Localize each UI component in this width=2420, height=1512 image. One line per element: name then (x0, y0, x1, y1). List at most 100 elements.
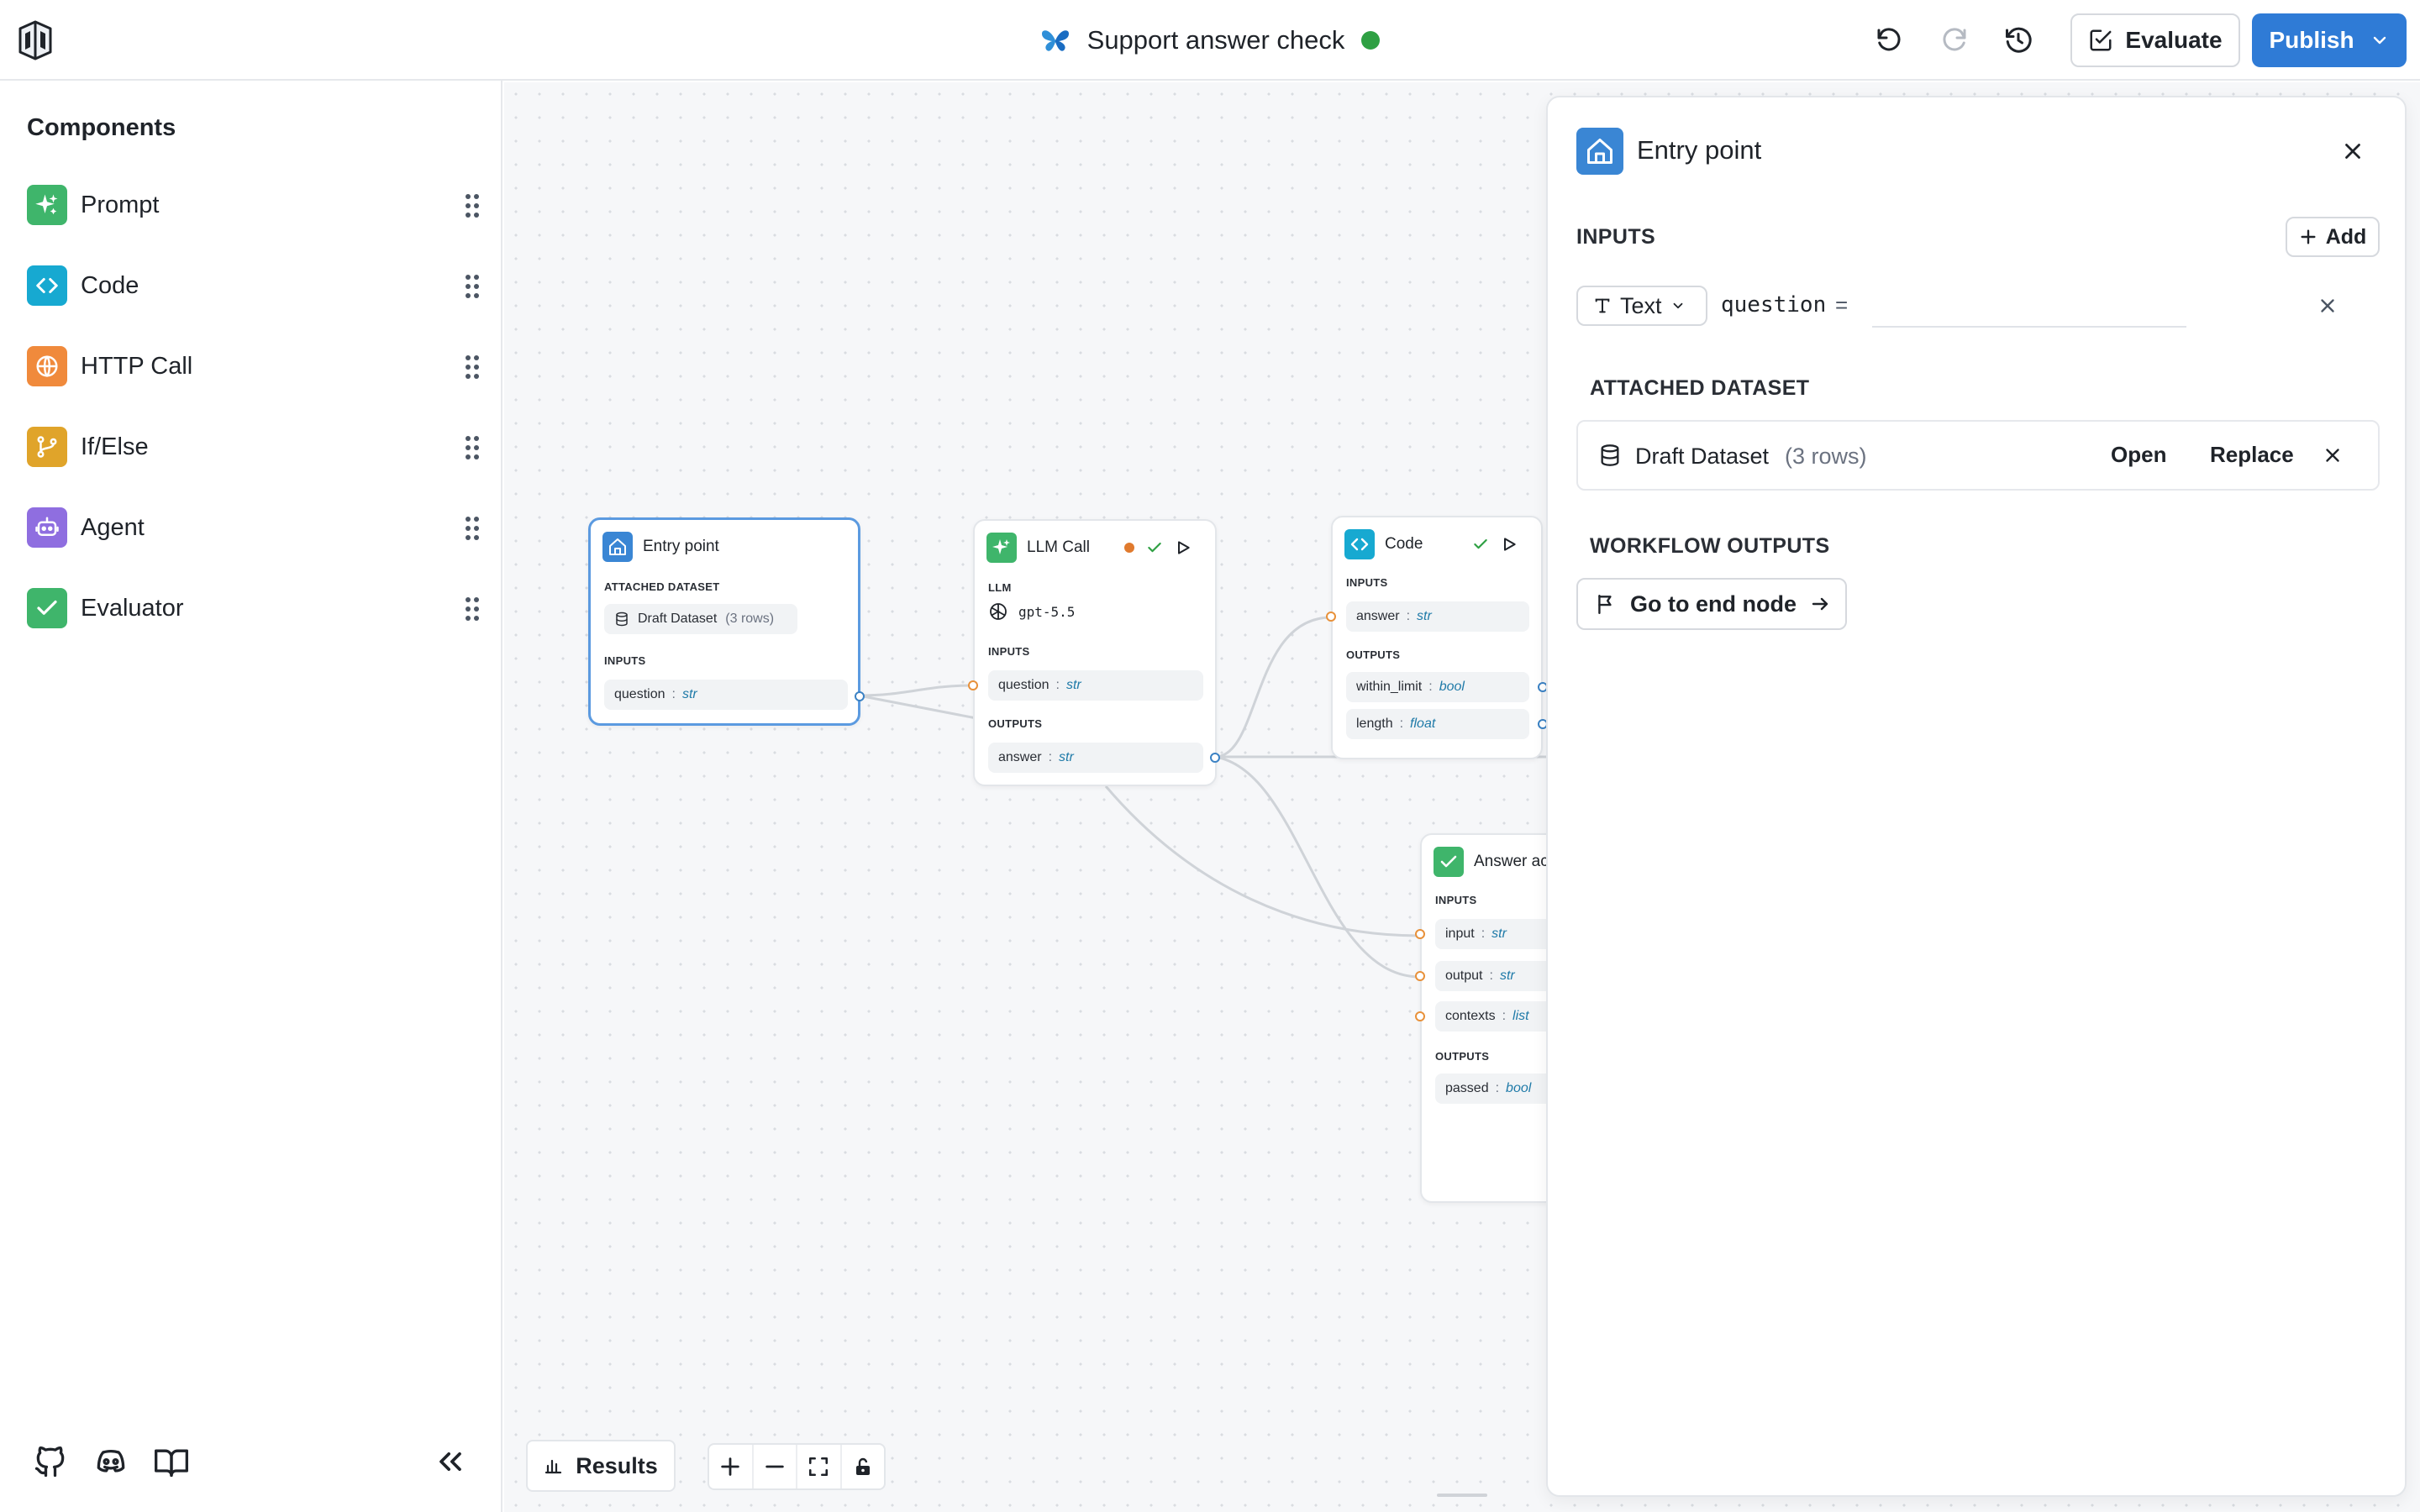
open-dataset-button[interactable]: Open (2111, 442, 2166, 468)
zoom-toolbar (708, 1443, 886, 1490)
output-handle[interactable] (855, 691, 865, 701)
fit-view-icon[interactable] (797, 1445, 842, 1488)
github-icon[interactable] (32, 1443, 69, 1480)
close-icon[interactable] (2336, 134, 2370, 168)
checkbox-edit-icon (2088, 28, 2113, 53)
remove-input-icon[interactable] (2311, 289, 2344, 323)
node-title: Answer ac (1474, 853, 1549, 870)
database-icon (614, 612, 629, 627)
component-http-call[interactable]: HTTP Call (27, 341, 481, 391)
section-label: INPUTS (1435, 894, 1477, 906)
dataset-name: Draft Dataset (638, 612, 718, 626)
output-pill[interactable]: length: float (1346, 709, 1529, 739)
field-name: input (1445, 927, 1475, 941)
replace-dataset-button[interactable]: Replace (2210, 442, 2294, 468)
book-icon[interactable] (153, 1443, 190, 1480)
resize-grip[interactable] (1437, 1494, 1487, 1497)
history-icon[interactable] (2000, 22, 2037, 59)
zoom-out-icon[interactable] (754, 1445, 797, 1488)
dataset-rows: (3 rows) (725, 612, 775, 626)
database-icon (1597, 442, 1623, 469)
collapse-icon[interactable] (432, 1443, 469, 1480)
inputs-section-title: INPUTS (1576, 225, 1656, 249)
section-label: OUTPUTS (1346, 648, 1401, 661)
model-name: gpt-5.5 (1018, 603, 1076, 620)
output-pill[interactable]: within_limit: bool (1346, 672, 1529, 702)
drag-handle-icon[interactable] (464, 193, 481, 218)
entry-point-node[interactable]: Entry point ATTACHED DATASET Draft Datas… (588, 517, 865, 726)
component-agent[interactable]: Agent (27, 502, 481, 553)
component-label: HTTP Call (81, 352, 193, 380)
redo-icon[interactable] (1936, 22, 1973, 59)
arrow-right-icon (1810, 594, 1830, 614)
component-code[interactable]: Code (27, 260, 481, 311)
field-type: bool (1439, 680, 1465, 694)
add-input-button[interactable]: Add (2286, 217, 2380, 257)
input-pill[interactable]: question: str (988, 670, 1203, 701)
field-name: contexts (1445, 1009, 1496, 1023)
attached-dataset-card: Draft Dataset (3 rows) Open Replace (1576, 420, 2380, 491)
remove-dataset-icon[interactable] (2317, 440, 2348, 470)
input-handle[interactable] (1326, 612, 1336, 622)
input-handle[interactable] (968, 680, 978, 690)
component-prompt[interactable]: Prompt (27, 180, 481, 230)
node-title: LLM Call (1027, 538, 1090, 556)
status-dot (1361, 31, 1381, 50)
llm-call-node[interactable]: LLM Call LLM gpt-5.5 INPUTS question: str… (968, 519, 1220, 786)
input-handle[interactable] (1415, 1011, 1425, 1021)
component-evaluator[interactable]: Evaluator (27, 583, 481, 633)
section-label: INPUTS (604, 654, 646, 667)
sparkles-icon (27, 185, 67, 225)
openai-icon (988, 601, 1008, 622)
field-type: str (1491, 927, 1507, 941)
field-type: bool (1506, 1081, 1532, 1095)
components-sidebar: Components Prompt Code HTTP Call If/Else… (0, 81, 502, 1512)
results-label: Results (576, 1452, 658, 1478)
component-label: If/Else (81, 433, 149, 460)
input-pill[interactable]: answer: str (1346, 601, 1529, 632)
input-default-value-field[interactable] (1872, 284, 2186, 328)
chevron-down-icon (2370, 30, 2390, 50)
branch-icon (27, 427, 67, 467)
zoom-in-icon[interactable] (709, 1445, 754, 1488)
component-if-else[interactable]: If/Else (27, 422, 481, 472)
input-handle[interactable] (1415, 971, 1425, 981)
field-type: str (1417, 609, 1432, 623)
top-bar: Support answer check Evaluate Publish (0, 0, 2420, 81)
go-to-end-node-button[interactable]: Go to end node (1576, 578, 1847, 630)
input-pill[interactable]: question: str (604, 680, 848, 710)
drag-handle-icon[interactable] (464, 516, 481, 541)
model-row[interactable]: gpt-5.5 (988, 601, 1075, 622)
discord-icon[interactable] (92, 1443, 129, 1480)
field-type: str (1059, 750, 1074, 764)
dataset-pill[interactable]: Draft Dataset (3 rows) (604, 604, 797, 634)
play-icon[interactable] (1173, 538, 1193, 558)
lock-icon[interactable] (842, 1445, 885, 1488)
input-type-select[interactable]: Text (1576, 286, 1707, 326)
field-name: length (1356, 717, 1393, 731)
text-type-icon (1593, 297, 1612, 315)
drag-handle-icon[interactable] (464, 354, 481, 380)
workflow-title[interactable]: Support answer check (1087, 25, 1345, 55)
results-button[interactable]: Results (526, 1440, 676, 1492)
output-pill[interactable]: answer: str (988, 743, 1203, 773)
logo-icon[interactable] (17, 18, 54, 60)
undo-icon[interactable] (1870, 22, 1907, 59)
play-icon[interactable] (1499, 534, 1519, 554)
input-handle[interactable] (1415, 929, 1425, 939)
drag-handle-icon[interactable] (464, 596, 481, 622)
drag-handle-icon[interactable] (464, 274, 481, 299)
check-icon (27, 588, 67, 628)
plus-icon (2299, 228, 2317, 246)
field-name: output (1445, 969, 1483, 983)
publish-label: Publish (2269, 27, 2354, 53)
publish-button[interactable]: Publish (2252, 13, 2407, 67)
field-name: question (998, 678, 1050, 692)
component-label: Code (81, 271, 139, 299)
evaluate-button[interactable]: Evaluate (2070, 13, 2240, 67)
output-handle[interactable] (1210, 753, 1220, 763)
node-title: Entry point (643, 538, 719, 555)
drag-handle-icon[interactable] (464, 435, 481, 460)
bar-chart-icon (544, 1456, 564, 1476)
code-node[interactable]: Code INPUTS answer: str OUTPUTS within_li… (1326, 516, 1548, 759)
